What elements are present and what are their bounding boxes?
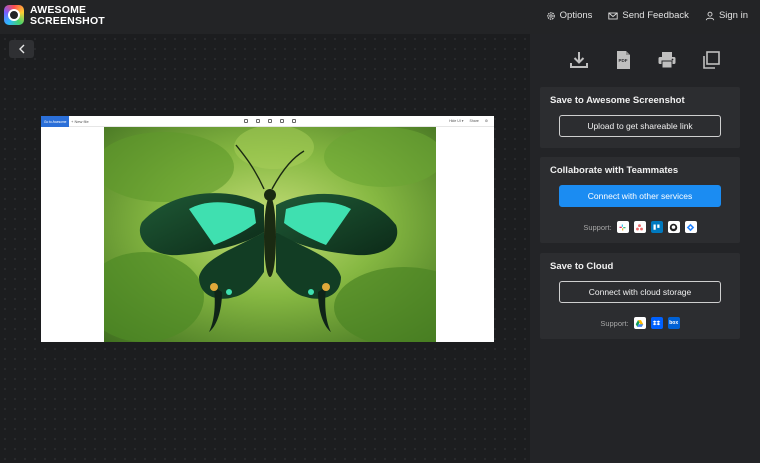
send-feedback-label: Send Feedback — [622, 10, 689, 21]
collaborate-card: Collaborate with Teammates Connect with … — [540, 157, 740, 243]
gear-icon — [546, 11, 555, 20]
slack-icon — [616, 221, 629, 233]
options-label: Options — [559, 10, 593, 21]
action-icons: PDF — [530, 48, 760, 72]
butterfly-image — [104, 127, 436, 342]
print-button[interactable] — [655, 48, 679, 72]
send-feedback-link[interactable]: Send Feedback — [608, 10, 689, 21]
trello-icon — [650, 221, 663, 233]
upload-shareable-link-button[interactable]: Upload to get shareable link — [559, 115, 721, 137]
jira-icon — [684, 221, 697, 233]
preview-toolbar: Go to Awesome + New file Hide UI ▾ Share… — [41, 116, 494, 127]
preview-tools — [244, 119, 296, 123]
cloud-support-label: Support: — [600, 318, 629, 328]
back-button[interactable] — [9, 40, 34, 58]
awesome-screenshot-logo-icon[interactable] — [4, 5, 24, 25]
print-icon — [658, 52, 676, 69]
preview-tool-icon — [292, 119, 296, 123]
options-link[interactable]: Options — [546, 10, 593, 21]
butterfly-photo — [104, 127, 436, 342]
preview-badge: Go to Awesome — [41, 116, 69, 127]
screenshot-preview: Go to Awesome + New file Hide UI ▾ Share… — [41, 116, 494, 342]
preview-new-file: + New file — [71, 119, 89, 124]
collaborate-support-row: Support: — [540, 221, 740, 233]
cloud-card-title: Save to Cloud — [550, 261, 614, 272]
preview-right-2: Share — [469, 119, 479, 123]
preview-tool-icon — [244, 119, 248, 123]
save-card-title: Save to Awesome Screenshot — [550, 95, 685, 106]
asana-icon — [633, 221, 646, 233]
collaborate-support-label: Support: — [583, 222, 612, 232]
preview-right-controls: Hide UI ▾ Share ⚙ — [449, 119, 488, 123]
preview-tool-icon — [256, 119, 260, 123]
preview-tool-icon — [280, 119, 284, 123]
sign-in-link[interactable]: Sign in — [705, 10, 748, 21]
brand-name[interactable]: AWESOME SCREENSHOT — [30, 5, 105, 27]
connect-cloud-storage-button[interactable]: Connect with cloud storage — [559, 281, 721, 303]
dropbox-icon — [650, 317, 663, 329]
cloud-support-row: Support: box — [540, 317, 740, 329]
box-icon: box — [667, 317, 680, 329]
download-button[interactable] — [567, 48, 591, 72]
github-icon — [667, 221, 680, 233]
copy-icon — [703, 51, 720, 69]
preview-settings-icon: ⚙ — [484, 119, 488, 123]
pdf-icon: PDF — [617, 51, 630, 69]
sign-in-label: Sign in — [718, 10, 748, 21]
mail-icon — [608, 12, 619, 19]
copy-button[interactable] — [699, 48, 723, 72]
save-pdf-button[interactable]: PDF — [611, 48, 635, 72]
top-bar: AWESOME SCREENSHOT Options Send Feedback… — [0, 0, 760, 34]
svg-text:PDF: PDF — [619, 58, 628, 63]
google-drive-icon — [633, 317, 646, 329]
connect-other-services-button[interactable]: Connect with other services — [559, 185, 721, 207]
chevron-left-icon — [18, 44, 24, 54]
side-panel: PDF Save to Awesome Screenshot Upload to… — [530, 34, 760, 463]
preview-tool-icon — [268, 119, 272, 123]
preview-right-1: Hide UI ▾ — [449, 119, 464, 123]
brand-line-2: SCREENSHOT — [30, 15, 105, 27]
top-nav: Options Send Feedback Sign in — [546, 10, 748, 21]
save-to-awesome-card: Save to Awesome Screenshot Upload to get… — [540, 87, 740, 148]
download-icon — [570, 52, 588, 68]
collaborate-card-title: Collaborate with Teammates — [550, 165, 679, 176]
save-to-cloud-card: Save to Cloud Connect with cloud storage… — [540, 253, 740, 339]
user-icon — [705, 11, 715, 20]
